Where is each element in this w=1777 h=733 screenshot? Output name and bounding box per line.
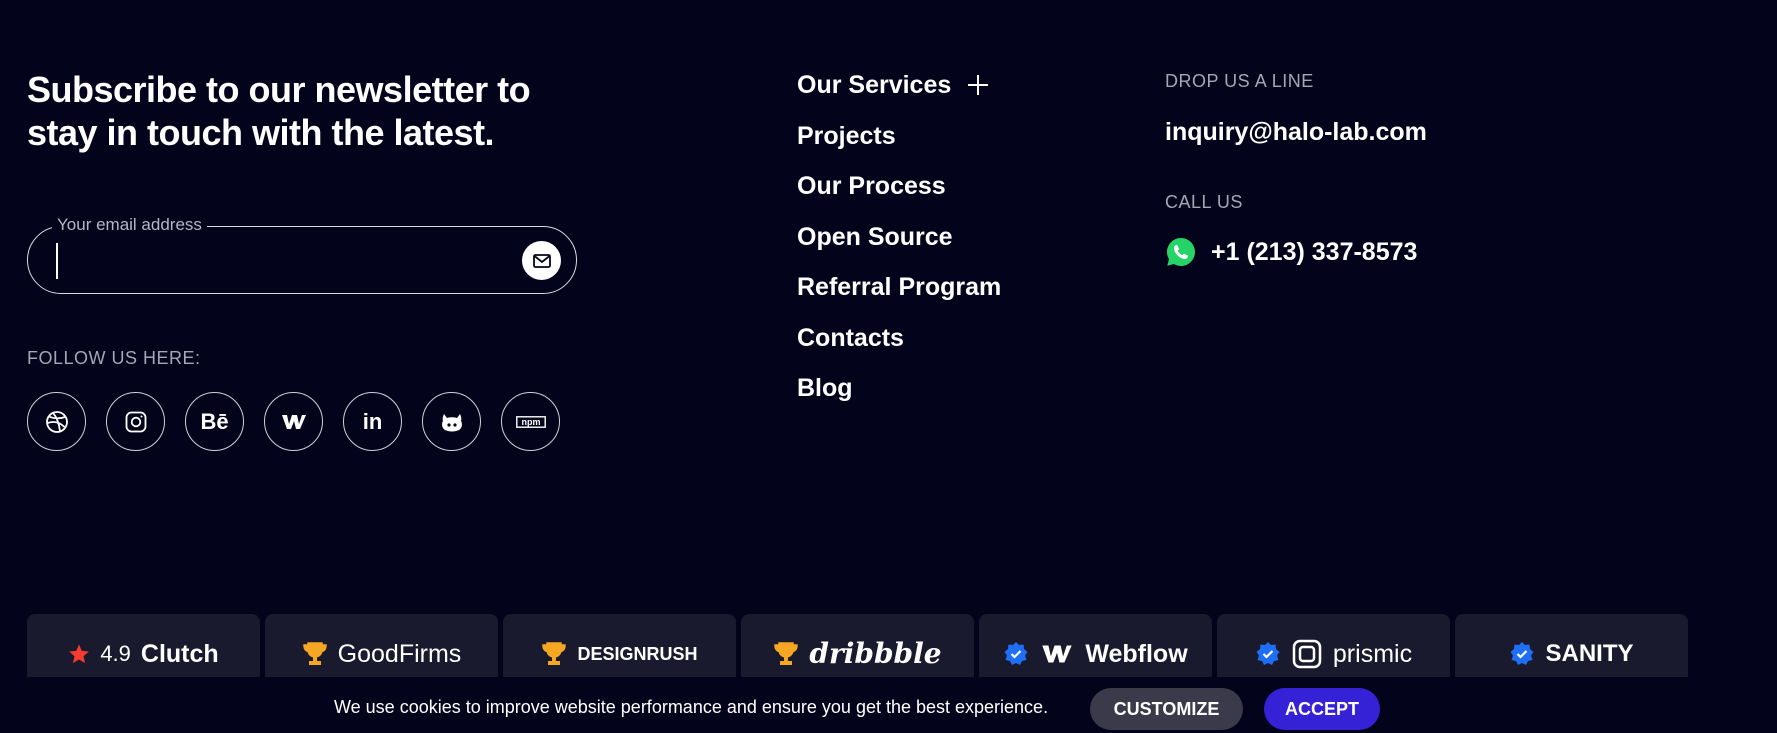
instagram-link[interactable] bbox=[106, 392, 165, 451]
badge-name: DESIGNRUSH bbox=[577, 644, 698, 664]
contact-phone-link[interactable]: +1 (213) 337-8573 bbox=[1165, 236, 1417, 268]
nav-item-label: Our Process bbox=[797, 172, 946, 200]
email-field[interactable]: Your email address bbox=[27, 215, 577, 294]
badge-name: Clutch bbox=[140, 640, 219, 668]
contact-email-link[interactable]: inquiry@halo-lab.com bbox=[1165, 118, 1427, 147]
webflow-icon bbox=[281, 414, 306, 429]
cookie-text: We use cookies to improve website perfor… bbox=[334, 697, 1049, 717]
email-field-label: Your email address bbox=[52, 215, 207, 235]
nav-item-label: Contacts bbox=[797, 323, 904, 352]
linkedin-link[interactable]: in bbox=[343, 392, 402, 451]
dribbble-link[interactable] bbox=[27, 392, 86, 451]
customize-button[interactable]: CUSTOMIZE bbox=[1090, 688, 1243, 730]
social-links: Bē in npm bbox=[27, 392, 560, 451]
nav-item-referral-program[interactable]: Referral Program bbox=[797, 272, 1001, 323]
nav-item-open-source[interactable]: Open Source bbox=[797, 222, 1001, 273]
badge-name: SANITY bbox=[1545, 640, 1634, 667]
mail-icon bbox=[532, 253, 551, 268]
npm-icon: npm bbox=[515, 415, 546, 428]
prismic-logo-icon bbox=[1292, 639, 1322, 669]
newsletter-title: Subscribe to our newsletter to stay in t… bbox=[27, 69, 531, 153]
nav-item-label: Projects bbox=[797, 121, 896, 150]
webflow-link[interactable] bbox=[264, 392, 323, 451]
nav-item-our-process[interactable]: Our Process bbox=[797, 171, 1001, 222]
trophy-icon bbox=[774, 642, 799, 665]
nav-item-label: Referral Program bbox=[797, 273, 1002, 301]
trophy-icon bbox=[302, 642, 327, 665]
badge-name: Webflow bbox=[1085, 640, 1188, 668]
clutch-rating: 4.9 bbox=[100, 641, 131, 666]
verified-icon bbox=[1004, 642, 1028, 665]
email-input[interactable] bbox=[56, 243, 506, 279]
npm-text: npm bbox=[521, 417, 540, 427]
npm-link[interactable]: npm bbox=[501, 392, 560, 451]
linkedin-icon: in bbox=[362, 408, 383, 434]
github-link[interactable] bbox=[422, 392, 481, 451]
nav-item-label: Blog bbox=[797, 374, 853, 402]
badge-name: GoodFirms bbox=[337, 640, 462, 668]
footer-nav: Our Services Projects Our Process Open S… bbox=[797, 70, 1001, 424]
phone-number: +1 (213) 337-8573 bbox=[1211, 237, 1418, 266]
phone-section-label: CALL US bbox=[1165, 192, 1243, 212]
nav-item-label: Our Services bbox=[797, 71, 952, 99]
verified-icon bbox=[1510, 642, 1534, 665]
follow-label: FOLLOW US HERE: bbox=[27, 348, 201, 368]
whatsapp-icon bbox=[1167, 238, 1195, 266]
nav-item-our-services[interactable]: Our Services bbox=[797, 70, 1001, 121]
nav-item-projects[interactable]: Projects bbox=[797, 121, 1001, 172]
plus-icon[interactable] bbox=[967, 74, 989, 96]
star-icon bbox=[69, 644, 90, 664]
badge-name: dribbble bbox=[809, 637, 942, 670]
trophy-icon bbox=[542, 642, 567, 665]
badge-name: prismic bbox=[1332, 640, 1413, 668]
accept-button[interactable]: ACCEPT bbox=[1264, 688, 1380, 730]
behance-icon: Bē bbox=[200, 408, 229, 434]
github-icon bbox=[441, 413, 462, 431]
behance-link[interactable]: Bē bbox=[185, 392, 244, 451]
instagram-icon bbox=[125, 411, 146, 432]
nav-item-contacts[interactable]: Contacts bbox=[797, 323, 1001, 374]
verified-icon bbox=[1256, 642, 1280, 665]
email-section-label: DROP US A LINE bbox=[1165, 71, 1314, 91]
nav-item-label: Open Source bbox=[797, 222, 953, 251]
nav-item-blog[interactable]: Blog bbox=[797, 373, 1001, 424]
subscribe-button[interactable] bbox=[522, 241, 561, 280]
dribbble-icon bbox=[45, 410, 68, 433]
webflow-logo-icon bbox=[1042, 645, 1073, 663]
